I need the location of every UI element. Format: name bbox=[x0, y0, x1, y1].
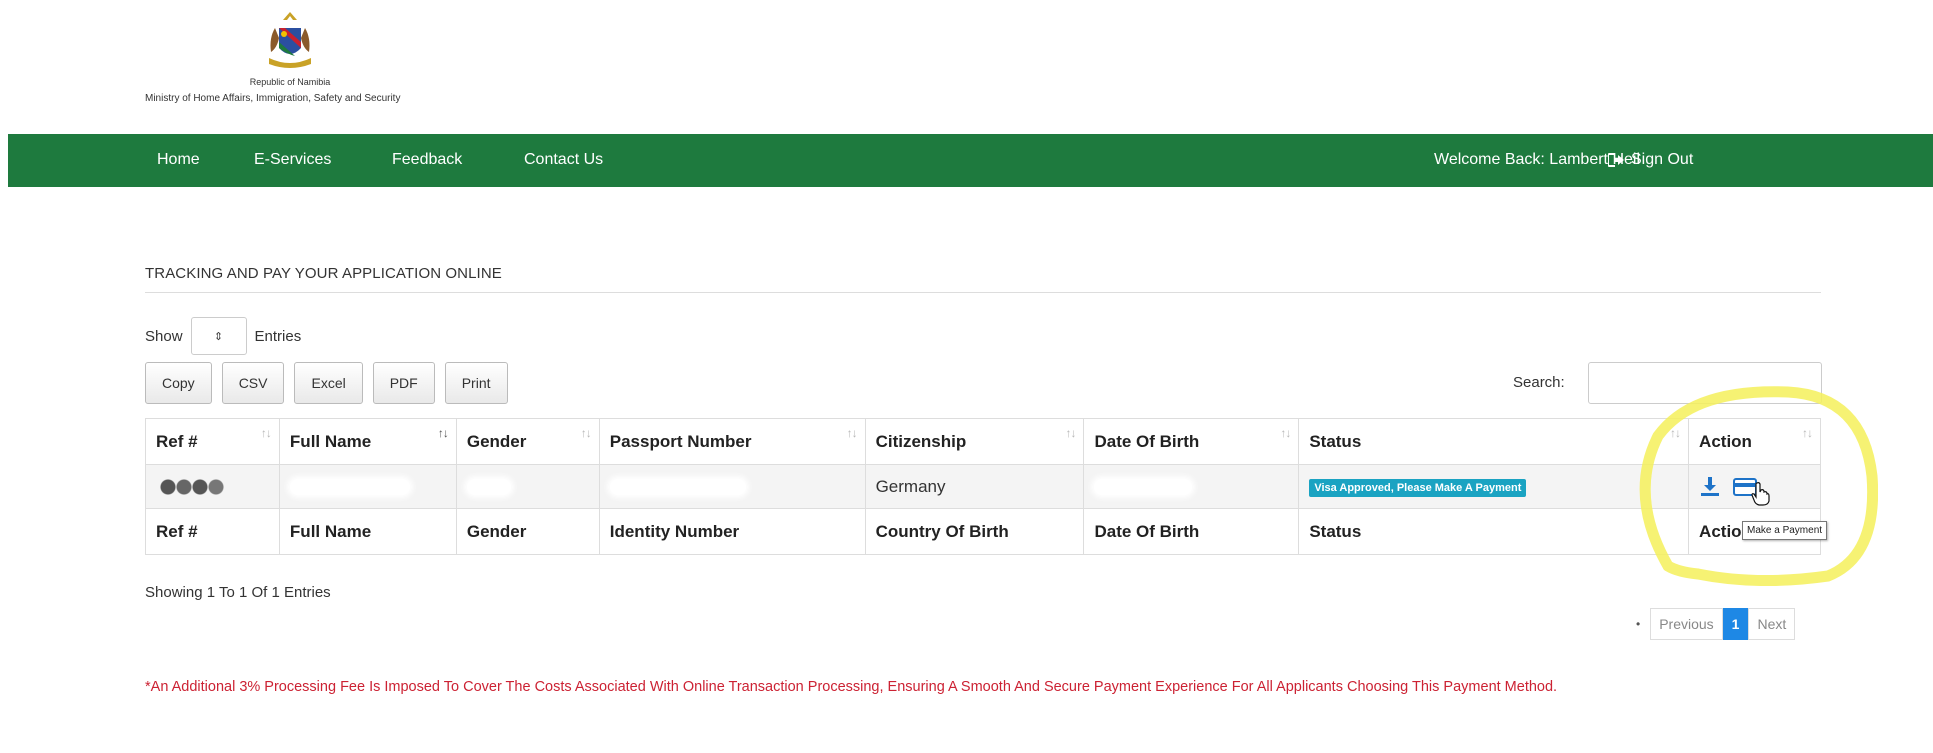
status-badge: Visa Approved, Please Make A Payment bbox=[1309, 479, 1527, 497]
export-buttons: Copy CSV Excel PDF Print bbox=[145, 362, 508, 404]
foot-gender: Gender bbox=[455, 508, 600, 555]
next-page-button[interactable]: Next bbox=[1748, 608, 1796, 640]
copy-button[interactable]: Copy bbox=[145, 362, 212, 404]
page-title: TRACKING AND PAY YOUR APPLICATION ONLINE bbox=[145, 265, 502, 282]
nav-feedback-link[interactable]: Feedback bbox=[392, 151, 462, 169]
entries-label: Entries bbox=[254, 327, 302, 345]
col-header-passport-number[interactable]: Passport Number ↑↓ bbox=[598, 418, 866, 465]
foot-date-of-birth: Date Of Birth bbox=[1083, 508, 1300, 555]
foot-status: Status bbox=[1298, 508, 1690, 555]
redacted-dob bbox=[1094, 479, 1193, 496]
foot-ref: Ref # bbox=[145, 508, 280, 555]
col-header-date-of-birth[interactable]: Date Of Birth ↑↓ bbox=[1083, 418, 1300, 465]
excel-button[interactable]: Excel bbox=[294, 362, 363, 404]
table-header-row: Ref # ↑↓ Full Name ↑↓ Gender ↑↓ Passport Nu… bbox=[145, 418, 1821, 465]
cell-status: Visa Approved, Please Make A Payment bbox=[1298, 464, 1690, 509]
cell-citizenship: Germany bbox=[864, 464, 1085, 509]
ministry-label: Ministry of Home Affairs, Immigration, S… bbox=[145, 93, 401, 104]
previous-page-button[interactable]: Previous bbox=[1650, 608, 1723, 640]
title-divider bbox=[145, 292, 1821, 293]
site-header: Republic of Namibia Ministry of Home Aff… bbox=[0, 0, 1933, 134]
applications-table: Ref # ↑↓ Full Name ↑↓ Gender ↑↓ Passport Nu… bbox=[145, 418, 1821, 555]
col-header-full-name[interactable]: Full Name ↑↓ bbox=[278, 418, 457, 465]
col-header-ref[interactable]: Ref # ↑↓ bbox=[145, 418, 280, 465]
nav-home-link[interactable]: Home bbox=[157, 151, 200, 169]
main-navbar: Home E-Services Feedback Contact Us Welc… bbox=[8, 134, 1933, 187]
republic-label: Republic of Namibia bbox=[249, 77, 331, 87]
col-header-status[interactable]: Status ↑↓ bbox=[1298, 418, 1690, 465]
pagination: • Previous 1 Next bbox=[1636, 608, 1796, 640]
table-footer-row: Ref # Full Name Gender Identity Number C… bbox=[145, 508, 1821, 555]
table-info: Showing 1 To 1 Of 1 Entries bbox=[145, 584, 331, 601]
sign-out-label: Sign Out bbox=[1631, 151, 1694, 168]
cell-action bbox=[1688, 464, 1821, 509]
sort-icon: ↑↓ bbox=[260, 426, 272, 440]
download-icon[interactable] bbox=[1701, 477, 1720, 497]
foot-identity-number: Identity Number bbox=[598, 508, 866, 555]
sort-icon: ↑↓ bbox=[1065, 426, 1076, 440]
sort-icon: ↑↓ bbox=[1280, 426, 1291, 440]
col-header-citizenship[interactable]: Citizenship ↑↓ bbox=[864, 418, 1085, 465]
foot-full-name: Full Name bbox=[278, 508, 457, 555]
search-input[interactable] bbox=[1588, 362, 1822, 404]
sort-icon: ↑↓ bbox=[1802, 426, 1813, 440]
entries-select[interactable]: ⇕ bbox=[190, 317, 247, 355]
select-arrows-icon: ⇕ bbox=[213, 330, 224, 343]
col-header-action[interactable]: Action ↑↓ bbox=[1688, 418, 1821, 465]
nav-eservices-link[interactable]: E-Services bbox=[254, 151, 331, 169]
cell-dob-redacted bbox=[1083, 464, 1300, 509]
pdf-button[interactable]: PDF bbox=[372, 362, 435, 404]
cell-gender-redacted bbox=[455, 464, 600, 509]
search-label: Search: bbox=[1513, 374, 1565, 391]
col-header-gender[interactable]: Gender ↑↓ bbox=[455, 418, 600, 465]
redacted-name bbox=[289, 479, 410, 496]
redacted-passport bbox=[609, 479, 746, 496]
page-1-button[interactable]: 1 bbox=[1722, 608, 1749, 640]
cell-ref-redacted bbox=[145, 464, 280, 509]
sort-icon: ↑↓ bbox=[846, 426, 858, 440]
cell-passport-redacted bbox=[598, 464, 866, 509]
print-button[interactable]: Print bbox=[444, 362, 508, 404]
cell-full-name-redacted bbox=[278, 464, 457, 509]
sort-icon: ↑↓ bbox=[437, 426, 449, 440]
processing-fee-note: *An Additional 3% Processing Fee Is Impo… bbox=[145, 679, 1558, 695]
redacted-gender bbox=[466, 479, 511, 496]
show-label: Show bbox=[145, 327, 183, 345]
redacted-ref bbox=[156, 476, 228, 497]
sort-icon: ↑↓ bbox=[580, 426, 592, 440]
table-row: Germany Visa Approved, Please Make A Pay… bbox=[145, 464, 1821, 509]
sign-out-icon bbox=[1608, 153, 1624, 167]
sort-icon: ↑↓ bbox=[1670, 426, 1681, 440]
csv-button[interactable]: CSV bbox=[221, 362, 285, 404]
sign-out-link[interactable]: Sign Out bbox=[1608, 151, 1693, 169]
nav-contact-link[interactable]: Contact Us bbox=[524, 151, 603, 169]
hand-cursor-icon bbox=[1751, 482, 1770, 506]
foot-country-of-birth: Country Of Birth bbox=[864, 508, 1085, 555]
make-payment-tooltip: Make a Payment bbox=[1742, 521, 1828, 540]
pager-bullet: • bbox=[1636, 617, 1641, 631]
coat-of-arms-logo bbox=[269, 12, 311, 68]
length-menu: Show ⇕ Entries bbox=[145, 317, 301, 355]
